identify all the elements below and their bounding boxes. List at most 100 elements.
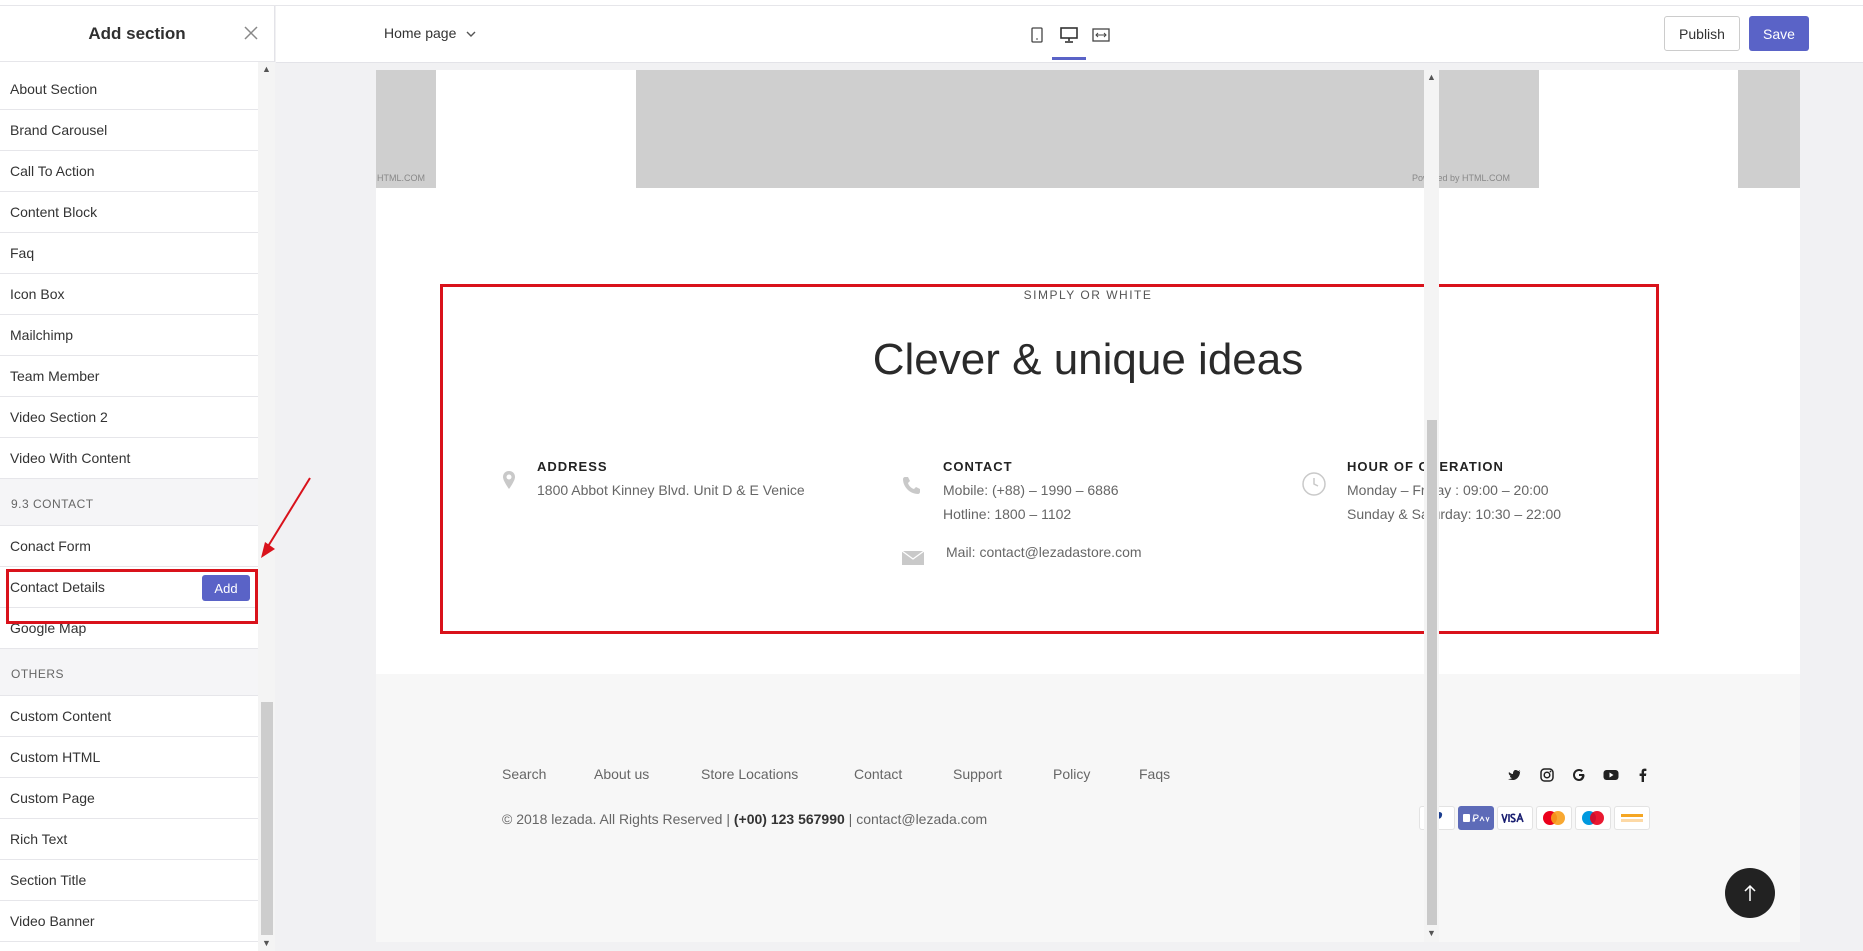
page-selector-label: Home page [384,25,457,41]
footer-link-search[interactable]: Search [502,766,546,782]
section-item-icon-box[interactable]: Icon Box [0,274,258,315]
shop-pay-icon [1463,814,1490,823]
section-item-custom-page[interactable]: Custom Page [0,778,258,819]
chevron-down-icon [466,31,476,37]
sidebar-scroll-thumb[interactable] [261,702,273,935]
copyright-phone: (+00) 123 567990 [733,811,845,827]
fullwidth-view-button[interactable] [1090,24,1112,46]
section-item-label: Brand Carousel [10,122,108,138]
discover-badge [1614,806,1650,830]
scroll-up-icon[interactable]: ▲ [262,64,271,74]
discover-icon [1621,814,1643,822]
group-heading-contact: 9.3 CONTACT [0,479,258,526]
section-item-team-member[interactable]: Team Member [0,356,258,397]
arrow-up-icon [1744,884,1756,901]
twitter-link[interactable] [1506,766,1524,784]
visa-icon [1501,813,1524,823]
footer-link-contact[interactable]: Contact [854,766,902,782]
desktop-icon [1060,27,1078,43]
section-item-label: Video Banner [10,913,95,929]
footer-link-support[interactable]: Support [953,766,1002,782]
save-button[interactable]: Save [1749,16,1809,51]
section-list: About Section Brand Carousel Call To Act… [0,69,258,942]
facebook-icon [1639,768,1647,782]
google-link[interactable] [1570,766,1588,784]
map-placeholder-right [1738,70,1800,188]
section-item-label: Custom Content [10,708,112,724]
annotation-arrow-icon [261,477,311,558]
section-item-label: Custom Page [10,790,95,806]
section-item-label: Call To Action [10,163,95,179]
section-item-contact-form[interactable]: Conact Form [0,526,258,567]
section-item-brand-carousel[interactable]: Brand Carousel [0,110,258,151]
mastercard-icon [1543,811,1565,825]
map-placeholder-left [376,70,436,188]
location-pin-icon [503,471,515,489]
address-text: 1800 Abbot Kinney Blvd. Unit D & E Venic… [537,482,805,498]
section-item-label: Team Member [10,368,100,384]
preview-scroll-up-icon[interactable]: ▲ [1427,72,1436,82]
preview-scroll-thumb[interactable] [1427,420,1437,925]
section-item-video-with-content[interactable]: Video With Content [0,438,258,479]
section-item-mailchimp[interactable]: Mailchimp [0,315,258,356]
section-item-label: Conact Form [10,538,91,554]
copyright-email: | contact@lezada.com [844,811,988,827]
section-item-section-title[interactable]: Section Title [0,860,258,901]
section-item-label: Rich Text [10,831,68,847]
maestro-badge [1575,806,1611,830]
section-item-content-block[interactable]: Content Block [0,192,258,233]
section-item-label: About Section [10,81,98,97]
add-section-panel: Add section About Section Brand Carousel… [0,6,275,951]
back-to-top-button[interactable] [1725,868,1775,918]
section-item-about[interactable]: About Section [0,69,258,110]
publish-button[interactable]: Publish [1664,16,1740,51]
mobile-view-button[interactable] [1026,24,1048,46]
copyright-prefix: © 2018 lezada. All Rights Reserved | [502,811,734,827]
address-title: ADDRESS [537,459,608,474]
section-item-faq[interactable]: Faq [0,233,258,274]
desktop-view-button[interactable] [1052,24,1086,60]
youtube-link[interactable] [1602,766,1620,784]
shoppay-badge [1458,806,1494,830]
map-placeholder-center [636,70,1539,188]
section-item-call-to-action[interactable]: Call To Action [0,151,258,192]
footer-link-faqs[interactable]: Faqs [1139,766,1170,782]
highlight-annotation [6,569,258,624]
section-item-video-banner[interactable]: Video Banner [0,901,258,942]
section-headline: Clever & unique ideas [872,335,1304,384]
section-item-custom-content[interactable]: Custom Content [0,696,258,737]
close-icon[interactable] [240,22,262,44]
section-item-rich-text[interactable]: Rich Text [0,819,258,860]
expand-width-icon [1092,28,1110,42]
youtube-icon [1603,770,1619,780]
instagram-link[interactable] [1538,766,1556,784]
footer-link-policy[interactable]: Policy [1053,766,1090,782]
scroll-down-icon[interactable]: ▼ [262,938,271,948]
maestro-icon [1582,811,1604,825]
section-item-label: Custom HTML [10,749,101,765]
contact-hotline: Hotline: 1800 – 1102 [943,506,1072,522]
device-switcher [1026,24,1112,60]
section-item-label: Video With Content [10,450,131,466]
footer-link-store-locations[interactable]: Store Locations [701,766,798,782]
section-item-label: Faq [10,245,35,261]
hours-weekday: Monday – Friday : 09:00 – 20:00 [1347,482,1549,498]
clock-icon [1302,472,1326,496]
panel-header: Add section [0,6,274,62]
group-heading-others: OTHERS [0,649,258,696]
page-preview: HTML.COM Powered by HTML.COM SIMPLY OR W… [376,70,1800,942]
section-item-label: Icon Box [10,286,65,302]
footer-link-about[interactable]: About us [594,766,649,782]
section-item-video-section-2[interactable]: Video Section 2 [0,397,258,438]
mastercard-badge [1536,806,1572,830]
section-item-label: Video Section 2 [10,409,108,425]
preview-scroll-down-icon[interactable]: ▼ [1427,928,1436,938]
section-eyebrow: SIMPLY OR WHITE [1023,288,1153,302]
page-selector[interactable]: Home page [384,25,476,41]
section-item-label: Section Title [10,872,87,888]
google-icon [1573,769,1585,781]
section-item-custom-html[interactable]: Custom HTML [0,737,258,778]
visa-badge [1497,806,1533,830]
preview-scrollbar[interactable]: ▲ ▼ [1424,70,1439,942]
facebook-link[interactable] [1634,766,1652,784]
